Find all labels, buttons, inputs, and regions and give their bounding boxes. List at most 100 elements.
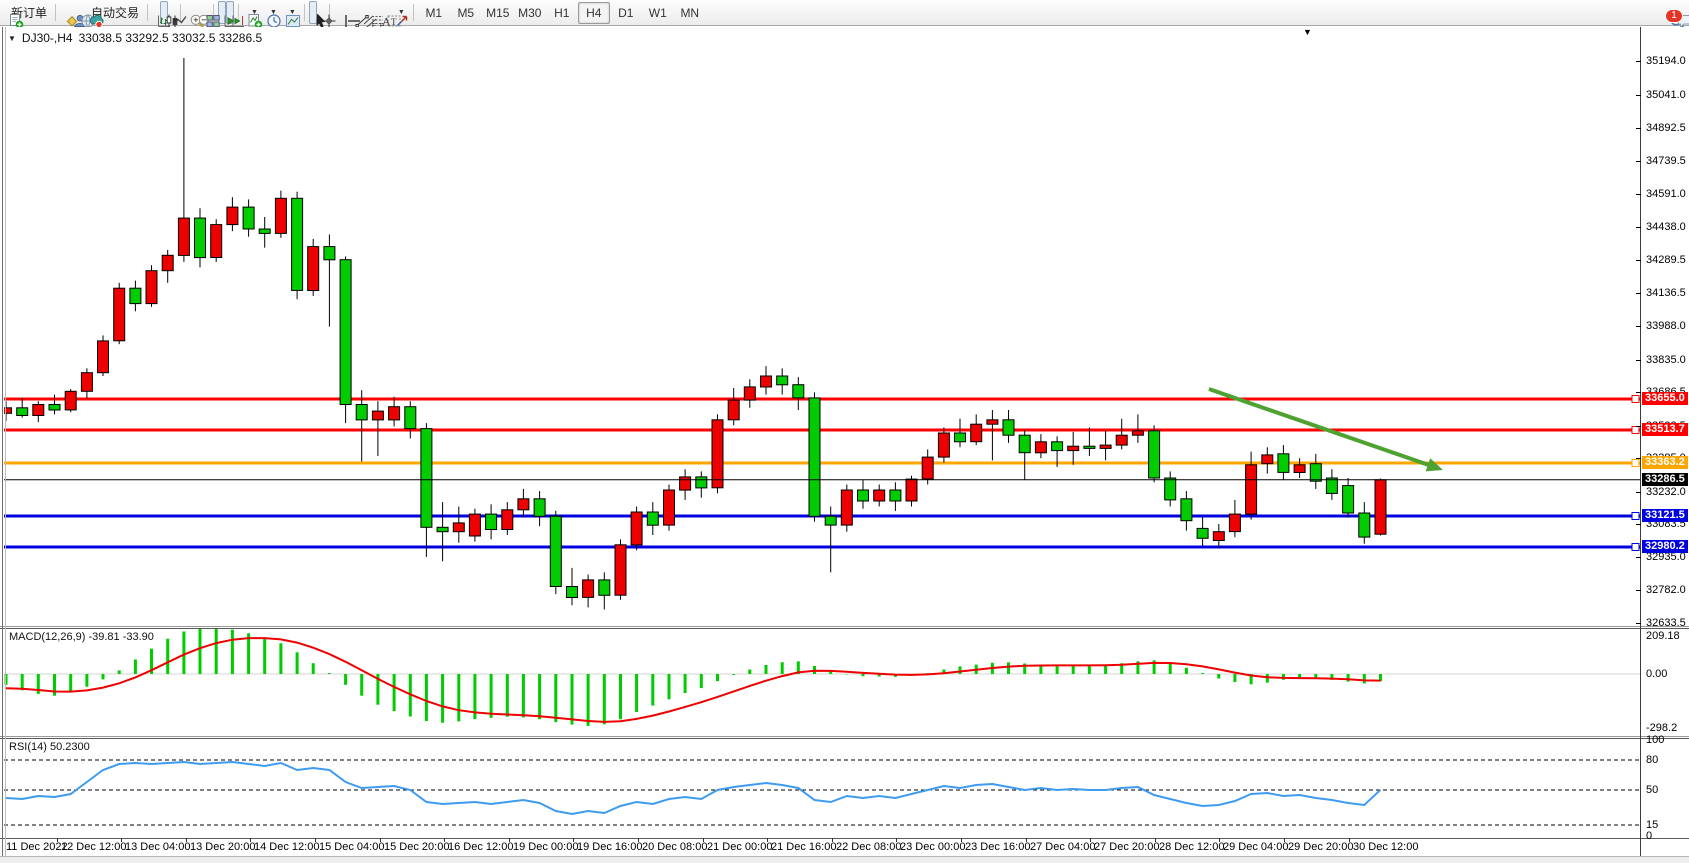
time-axis-label: 15 Dec 04:00 [319,841,384,853]
time-axis-label: 11 Dec 2022 [6,841,68,853]
macd-label: MACD(12,26,9) -39.81 -33.90 [9,631,154,643]
chart-bars-button[interactable] [152,1,160,24]
candle-body [1181,499,1192,521]
time-axis-label: 15 Dec 20:00 [384,841,449,853]
candle-body [1294,465,1305,473]
timeframe-H1-button[interactable]: H1 [546,2,578,24]
macd-panel[interactable] [4,629,1640,736]
rsi-panel[interactable] [4,739,1640,837]
hline-handle[interactable] [1632,513,1639,520]
rsi-axis-label: 0 [1646,830,1652,842]
notification-count-badge: 1 [1665,9,1683,23]
candle-body [793,385,804,398]
price-axis-label: 34438.0 [1646,221,1686,233]
new-order-button[interactable]: 新订单 [4,1,51,24]
time-axis-tick [250,838,251,842]
bid-price-badge: 33286.5 [1642,473,1688,486]
trend-arrow-line[interactable] [1209,389,1434,467]
autotrading-button[interactable]: 自动交易 [84,1,143,24]
candle-body [292,198,303,290]
candle-body [583,580,594,598]
candle-body [1019,435,1030,453]
hline-handle[interactable] [1632,396,1639,403]
price-axis-tick [1636,95,1641,96]
hline-price-badge[interactable]: 33655.0 [1642,392,1688,405]
time-axis-label: 30 Dec 12:00 [1353,841,1418,853]
rsi-axis-label: 100 [1646,734,1664,746]
templates-button[interactable]: ▼ [281,1,300,24]
hline-price-badge[interactable]: 33513.7 [1642,423,1688,436]
time-axis-label: 21 Dec 00:00 [707,841,772,853]
toolbar-separator [304,4,305,21]
time-axis-tick [121,838,122,842]
candle-body [1165,478,1176,500]
hline-price-badge[interactable]: 33121.5 [1642,509,1688,522]
panel-separator[interactable] [0,626,1689,627]
candle-body [631,512,642,545]
time-axis-tick [1155,838,1156,842]
time-axis-tick [1284,838,1285,842]
candle-body [680,477,691,490]
price-axis-tick [1636,360,1641,361]
time-axis-label: 19 Dec 00:00 [513,841,578,853]
time-axis-tick [444,838,445,842]
price-axis[interactable] [1640,27,1641,856]
time-axis-tick [1349,838,1350,842]
candle-body [1132,431,1143,435]
candle-body [728,400,739,420]
time-axis-label: 29 Dec 04:00 [1223,841,1288,853]
candle-body [1359,513,1370,537]
candle-body [49,405,60,411]
time-axis-label: 21 Dec 16:00 [771,841,836,853]
price-axis-tick [1636,590,1641,591]
hline-handle[interactable] [1632,427,1639,434]
candle-body [550,516,561,586]
price-axis-label: 34289.5 [1646,254,1686,266]
panel-separator[interactable] [0,736,1689,737]
price-axis-tick [1636,293,1641,294]
candle-body [275,198,286,233]
timeframe-W1-button[interactable]: W1 [642,2,674,24]
candle-body [841,490,852,525]
hline-handle[interactable] [1632,544,1639,551]
candle-body [243,207,254,229]
candle-body [195,218,206,258]
time-axis-border [0,838,1689,839]
cursor-button[interactable] [309,1,317,24]
periods-button[interactable]: ▼ [262,1,281,24]
candle-body [615,545,626,595]
timeframe-D1-button[interactable]: D1 [610,2,642,24]
time-axis-tick [57,838,58,842]
price-panel[interactable] [4,28,1640,625]
candle-body [761,376,772,387]
price-axis-tick [1636,557,1641,558]
timeframe-MN-button[interactable]: MN [674,2,706,24]
hline-price-badge[interactable]: 32980.2 [1642,540,1688,553]
market-watch-button[interactable] [60,1,68,24]
time-axis-tick [896,838,897,842]
hline-price-badge[interactable]: 33363.2 [1642,456,1688,469]
time-axis-label: 29 Dec 20:00 [1288,841,1353,853]
candle-body [1213,532,1224,541]
time-axis-label: 14 Dec 12:00 [254,841,319,853]
candle-body [1003,420,1014,435]
timeframe-M5-button[interactable]: M5 [450,2,482,24]
chart-area[interactable]: ▼ DJ30-,H4 33038.5 33292.5 33032.5 33286… [0,27,1689,856]
timeframe-M15-button[interactable]: M15 [482,2,514,24]
time-axis-tick [832,838,833,842]
trend-arrow-head[interactable] [1426,458,1443,471]
candle-body [1084,446,1095,448]
candle-body [647,512,658,525]
toolbar-separator [55,4,56,21]
price-axis-label: 32782.0 [1646,584,1686,596]
price-axis-label: 35041.0 [1646,89,1686,101]
candle-body [469,514,480,536]
candle-body [825,516,836,525]
timeframe-M30-button[interactable]: M30 [514,2,546,24]
window-left-edge [2,27,3,856]
hline-handle[interactable] [1632,460,1639,467]
candle-body [308,247,319,291]
timeframe-H4-button[interactable]: H4 [578,2,610,24]
timeframe-M1-button[interactable]: M1 [418,2,450,24]
time-axis-tick [315,838,316,842]
